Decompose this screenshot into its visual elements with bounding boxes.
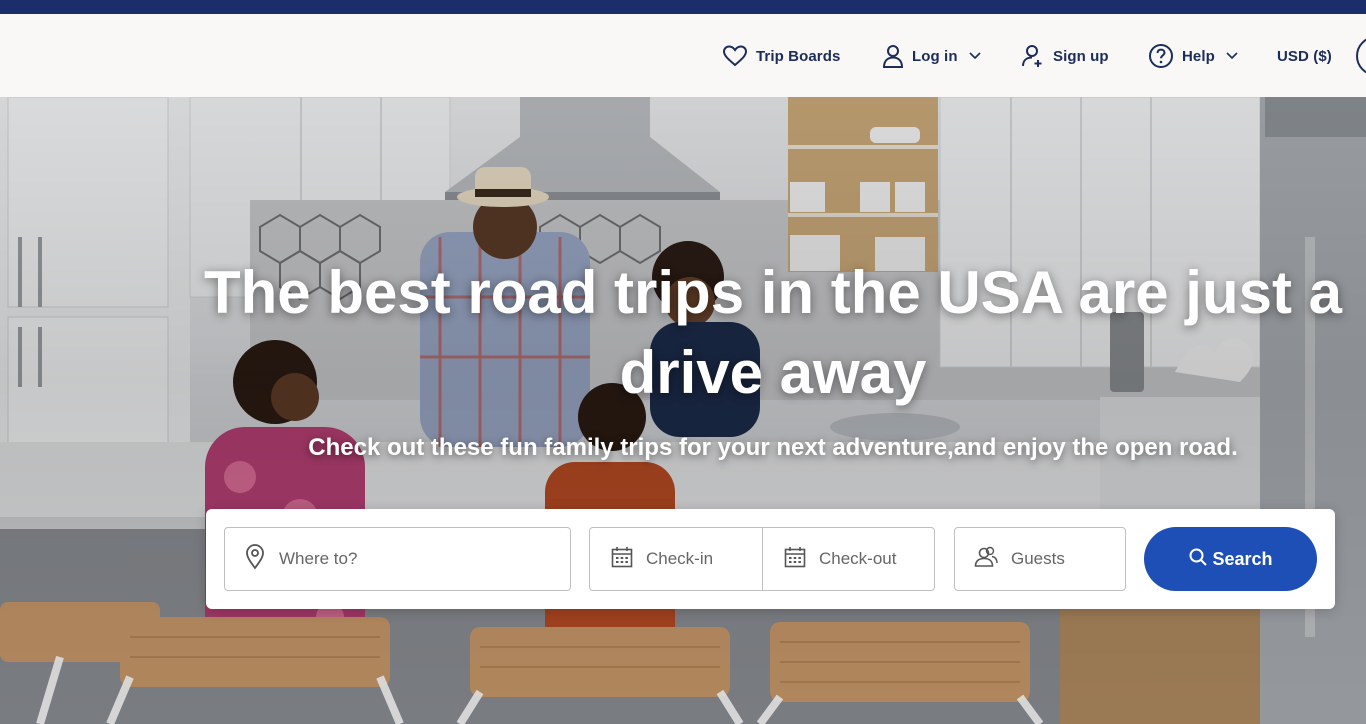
search-panel: Search [206, 509, 1335, 609]
top-navbar: Trip Boards Log in Sign up Help USD ($) [0, 14, 1366, 97]
calendar-icon [610, 545, 634, 574]
chevron-down-icon [1225, 51, 1239, 61]
destination-input[interactable] [279, 549, 570, 569]
sign-up-link[interactable]: Sign up [1021, 42, 1109, 70]
currency-label: USD ($) [1277, 47, 1332, 65]
currency-selector[interactable]: USD ($) [1277, 42, 1332, 70]
check-out-field[interactable] [762, 527, 935, 591]
users-icon [973, 545, 999, 574]
location-pin-icon [245, 543, 265, 575]
check-out-input[interactable] [819, 549, 934, 569]
check-in-input[interactable] [646, 549, 762, 569]
heart-icon [722, 44, 748, 68]
user-icon [882, 43, 904, 69]
hero-subtitle: Check out these fun family trips for you… [308, 434, 1238, 461]
help-label: Help [1182, 47, 1215, 65]
trip-boards-label: Trip Boards [756, 47, 841, 65]
help-menu[interactable]: Help [1148, 42, 1239, 70]
search-button[interactable]: Search [1144, 527, 1317, 591]
hero-title: The best road trips in the USA are just … [203, 259, 1342, 406]
add-user-icon [1021, 43, 1045, 69]
hero-section: The best road trips in the USA are just … [0, 97, 1366, 724]
calendar-icon [783, 545, 807, 574]
log-in-menu[interactable]: Log in [882, 42, 982, 70]
check-in-field[interactable] [589, 527, 763, 591]
sign-up-label: Sign up [1053, 47, 1109, 65]
chevron-down-icon [968, 51, 982, 61]
help-icon [1148, 43, 1174, 69]
language-selector-button[interactable] [1356, 36, 1366, 76]
log-in-label: Log in [912, 47, 958, 65]
search-icon [1188, 547, 1208, 572]
trip-boards-link[interactable]: Trip Boards [722, 42, 840, 70]
guests-input[interactable] [1011, 549, 1125, 569]
guests-field[interactable] [954, 527, 1126, 591]
search-button-label: Search [1212, 548, 1273, 569]
destination-field[interactable] [224, 527, 571, 591]
top-brand-strip [0, 0, 1366, 14]
